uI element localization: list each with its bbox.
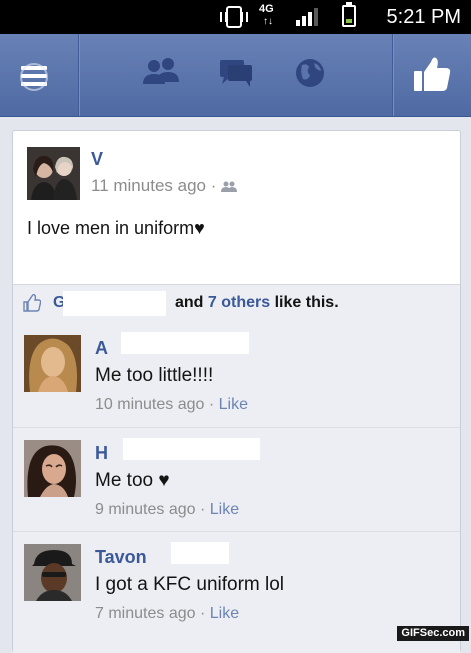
post-meta: 11 minutes ago · <box>91 176 238 196</box>
likes-and: and <box>175 294 204 311</box>
comment-timestamp: 9 minutes ago <box>95 501 196 518</box>
commenter-avatar[interactable] <box>24 335 81 392</box>
comment-timestamp: 7 minutes ago <box>95 605 196 622</box>
commenter-name[interactable]: H <box>95 443 108 464</box>
meta-separator: · <box>208 396 215 413</box>
watermark: GIFSec.com <box>397 626 469 641</box>
redaction-box <box>121 332 249 354</box>
notifications-globe-icon[interactable] <box>290 34 330 116</box>
meta-separator: · <box>199 605 206 622</box>
battery-icon <box>342 2 356 27</box>
comment-meta: 7 minutes ago · Like <box>95 605 239 623</box>
commenter-avatar[interactable] <box>24 544 81 601</box>
facebook-nav-bar <box>0 34 471 117</box>
comment-like-link[interactable]: Like <box>219 396 248 413</box>
commenter-avatar[interactable] <box>24 440 81 497</box>
network-type: 4G <box>259 3 274 15</box>
meta-separator: · <box>210 176 217 195</box>
commenter-name[interactable]: Tavon <box>95 547 147 568</box>
redaction-box <box>63 291 166 316</box>
comment-text: I got a KFC uniform lol <box>95 574 285 595</box>
story-card: V 11 minutes ago · I love men in uniform… <box>12 130 461 653</box>
comment-timestamp: 10 minutes ago <box>95 396 205 413</box>
messages-icon[interactable] <box>212 34 258 116</box>
friend-requests-icon[interactable] <box>138 34 184 116</box>
comments-list: A Me too little!!!! 10 minutes ago · Lik… <box>13 323 460 653</box>
commenter-name[interactable]: A <box>95 338 108 359</box>
post-timestamp[interactable]: 11 minutes ago <box>91 176 206 195</box>
comment-item: A Me too little!!!! 10 minutes ago · Lik… <box>13 323 460 427</box>
signal-icon <box>296 6 324 26</box>
comment-like-link[interactable]: Like <box>210 605 239 622</box>
likes-suffix: like this. <box>274 294 339 311</box>
post-text: I love men in uniform♥ <box>27 218 205 238</box>
redaction-box <box>123 438 260 460</box>
post-author-avatar[interactable] <box>27 147 80 200</box>
status-bar: 4G ↑↓ 5:21 PM <box>0 0 471 34</box>
comment-meta: 9 minutes ago · Like <box>95 501 239 519</box>
comment-text: Me too ♥ <box>95 470 170 491</box>
menu-icon-ring <box>20 63 48 91</box>
likes-others-link[interactable]: 7 others <box>208 294 270 311</box>
like-page-button[interactable] <box>392 34 471 116</box>
like-thumb-icon <box>23 294 41 312</box>
likes-summary[interactable]: G and 7 others like this. <box>13 284 460 323</box>
menu-button[interactable] <box>0 34 79 116</box>
vibrate-icon <box>220 6 248 28</box>
comment-meta: 10 minutes ago · Like <box>95 396 248 414</box>
post-author-name[interactable]: V <box>91 149 103 170</box>
comment-like-link[interactable]: Like <box>210 501 239 518</box>
redaction-box <box>171 542 229 564</box>
comment-item: Tavon I got a KFC uniform lol 7 minutes … <box>13 532 460 636</box>
meta-separator: · <box>199 501 206 518</box>
friends-icon <box>221 181 238 192</box>
data-activity-icon: ↑↓ <box>263 16 273 27</box>
like-thumb-icon <box>414 57 451 91</box>
comment-item: H Me too ♥ 9 minutes ago · Like <box>13 428 460 532</box>
status-time: 5:21 PM <box>386 6 461 28</box>
comment-text: Me too little!!!! <box>95 365 214 386</box>
likes-text: and 7 others like this. <box>175 294 339 312</box>
